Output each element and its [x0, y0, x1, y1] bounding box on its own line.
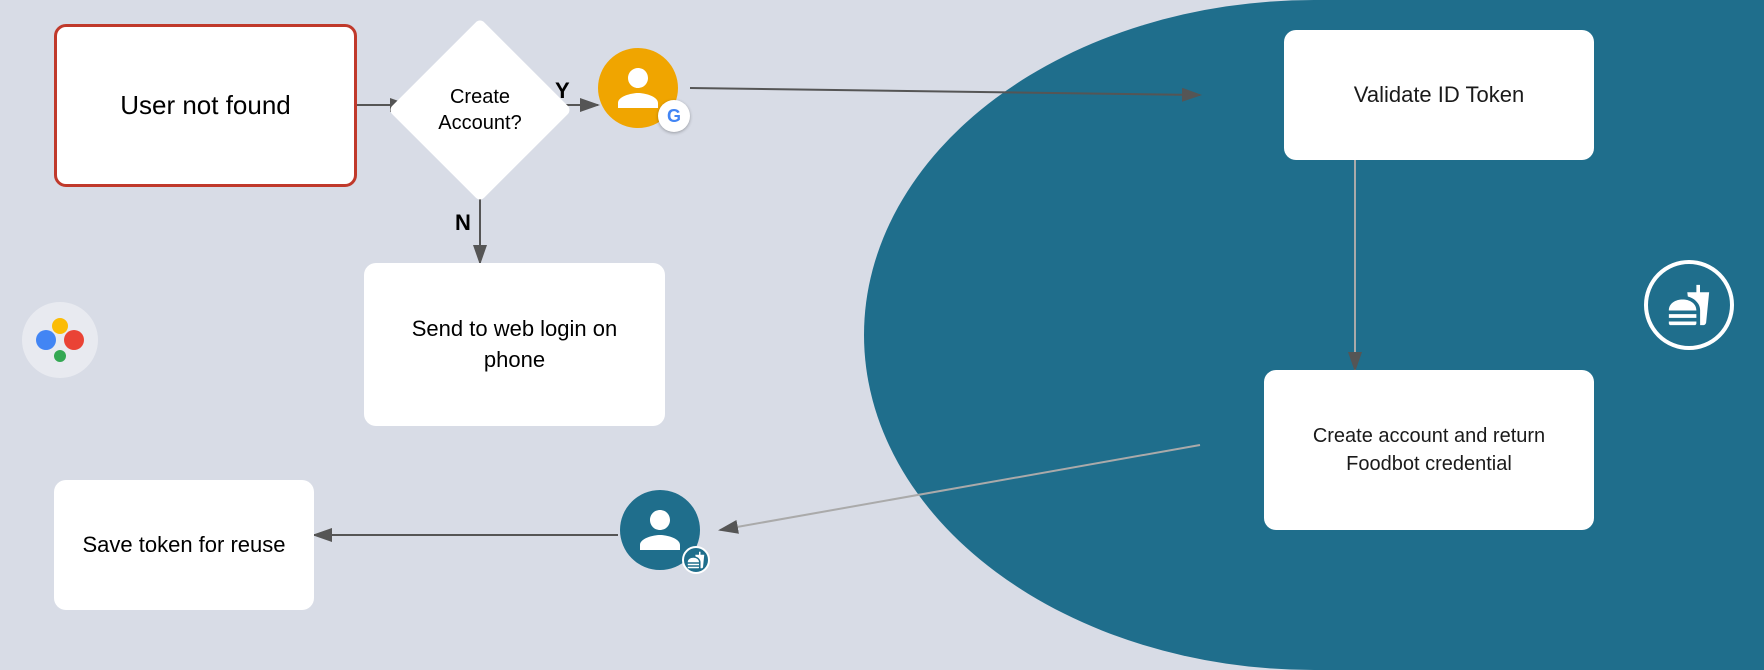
- foodbot-person-circle: [620, 490, 700, 570]
- fork-knife-right-icon: [1667, 283, 1711, 327]
- google-g-badge: G: [658, 100, 690, 132]
- assistant-svg: [20, 300, 100, 380]
- google-assistant-icon: [20, 300, 110, 390]
- no-label: N: [455, 210, 471, 236]
- user-not-found-box: User not found: [54, 24, 357, 187]
- fork-knife-small-icon: [687, 551, 705, 569]
- create-account-box: Create account and return Foodbot creden…: [1264, 370, 1594, 530]
- save-token-box: Save token for reuse: [54, 480, 314, 610]
- create-account-diamond: Create Account?: [400, 30, 560, 190]
- foodbot-person-svg: [635, 505, 685, 555]
- validate-token-box: Validate ID Token: [1284, 30, 1594, 160]
- person-svg: [613, 63, 663, 113]
- foodbot-fork-badge: [682, 546, 710, 574]
- diamond-label: Create Account?: [400, 30, 560, 190]
- fork-circle-right: [1644, 260, 1734, 350]
- foodbot-icon-group: [620, 490, 700, 570]
- google-icon-group: G: [598, 48, 678, 128]
- send-to-web-box: Send to web login on phone: [364, 263, 665, 426]
- google-g-letter: G: [667, 106, 681, 127]
